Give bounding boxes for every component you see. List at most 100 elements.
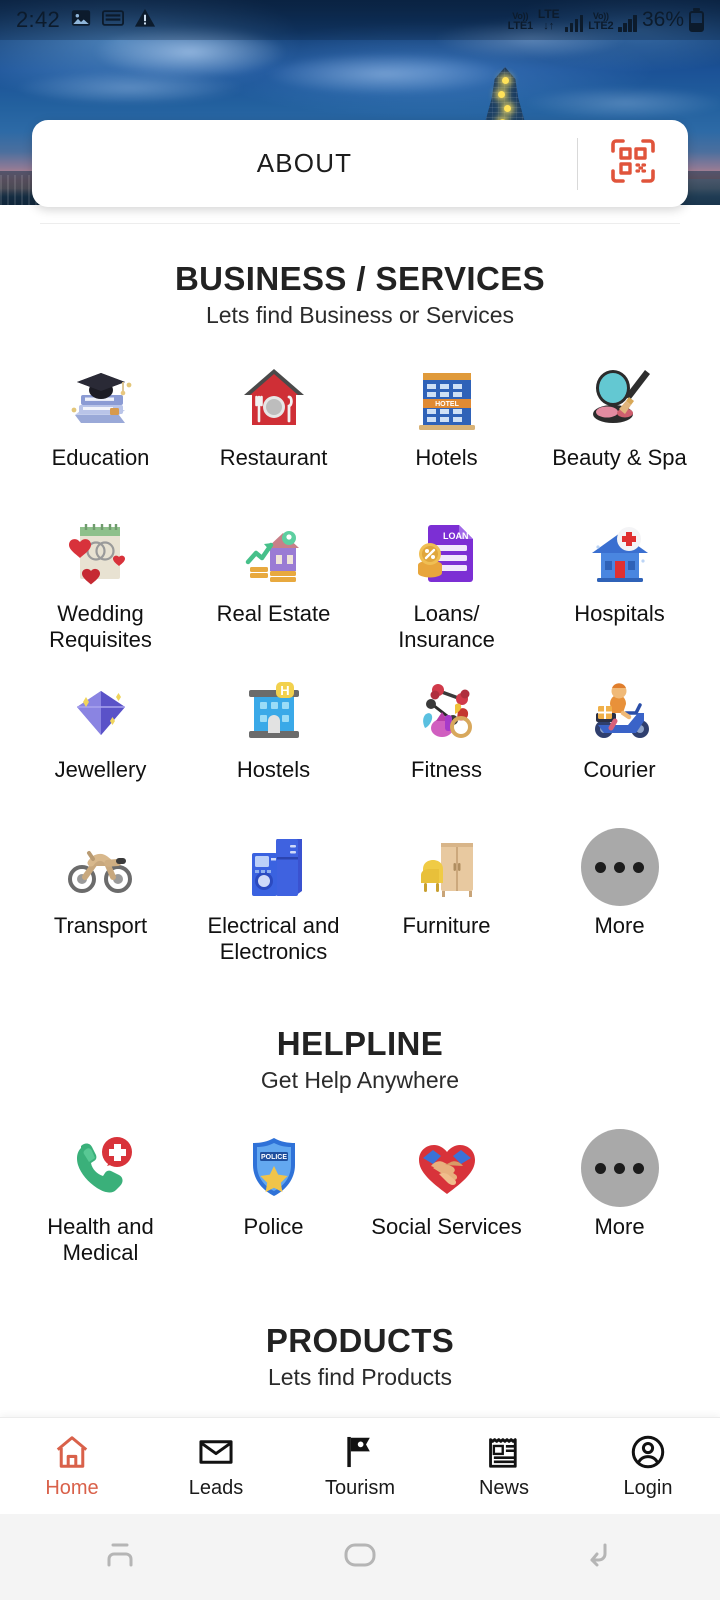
- category-hostels[interactable]: H Hostels: [187, 663, 360, 811]
- section-title: HELPLINE: [276, 1025, 444, 1062]
- volte-sim1-label: LTE1: [507, 20, 533, 33]
- category-label: Hostels: [236, 757, 311, 782]
- about-card[interactable]: ABOUT: [32, 120, 688, 207]
- category-furniture[interactable]: Furniture: [360, 819, 533, 967]
- sim-card-icon: [102, 9, 125, 31]
- category-label: Beauty & Spa: [552, 445, 687, 470]
- police-badge-icon: POLICE: [234, 1128, 314, 1208]
- tab-label: Home: [45, 1477, 99, 1499]
- status-bar-right: Vo)) LTE1 LTE ↓↑ Vo)) LTE2 36%: [508, 6, 704, 33]
- home-button[interactable]: [240, 1541, 480, 1574]
- category-more-business[interactable]: More: [533, 819, 706, 967]
- category-education[interactable]: Education: [14, 351, 187, 499]
- signal-bars-sim1-icon: [564, 15, 584, 33]
- category-wedding-requisites[interactable]: Wedding Requisites: [14, 507, 187, 655]
- helpline-health-medical[interactable]: Health and Medical: [14, 1120, 187, 1268]
- more-circle: [580, 828, 659, 906]
- tab-news[interactable]: News: [432, 1432, 576, 1500]
- fridge-washer-icon: [234, 827, 314, 907]
- category-label: Hospitals: [574, 601, 665, 626]
- loan-document-icon: LOAN: [407, 515, 487, 595]
- category-label: Courier: [583, 757, 656, 782]
- cloud: [10, 70, 250, 106]
- newspaper-icon: [485, 1432, 523, 1472]
- delivery-scooter-icon: [580, 671, 660, 751]
- flag-icon: [341, 1432, 379, 1472]
- category-courier[interactable]: Courier: [533, 663, 706, 811]
- status-bar-left: 2:42: [16, 7, 156, 34]
- helpline-category-grid: Health and Medical POLICE Police Social …: [0, 1120, 720, 1268]
- category-jewellery[interactable]: Jewellery: [14, 663, 187, 811]
- category-beauty-spa[interactable]: Beauty & Spa: [533, 351, 706, 499]
- helpline-social-services[interactable]: Social Services: [360, 1120, 533, 1268]
- lte-label: LTE: [537, 6, 560, 21]
- category-hospitals[interactable]: Hospitals: [533, 507, 706, 655]
- category-hotels[interactable]: HOTEL Hotels: [360, 351, 533, 499]
- category-label: Health and Medical: [47, 1214, 154, 1265]
- page-content: BUSINESS / SERVICES Lets find Business o…: [0, 205, 720, 1600]
- warning-icon: [134, 7, 156, 33]
- battery-percent: 36%: [641, 8, 684, 32]
- tab-login[interactable]: Login: [576, 1432, 720, 1500]
- hospital-building-icon: [580, 515, 660, 595]
- svg-text:HOTEL: HOTEL: [435, 401, 459, 408]
- tab-leads[interactable]: Leads: [144, 1432, 288, 1500]
- emergency-call-icon: [61, 1128, 141, 1208]
- back-arrow-icon: [583, 1540, 617, 1575]
- svg-text:LOAN: LOAN: [443, 531, 469, 541]
- tab-label: Leads: [188, 1477, 244, 1499]
- section-subtitle: Lets find Products: [267, 1364, 453, 1390]
- signal-bars-sim2-icon: [618, 15, 637, 33]
- about-label[interactable]: ABOUT: [32, 148, 577, 179]
- category-restaurant[interactable]: Restaurant: [187, 351, 360, 499]
- recents-button[interactable]: [0, 1540, 240, 1575]
- category-label: Transport: [53, 913, 148, 938]
- tab-label: Tourism: [324, 1477, 395, 1499]
- tab-home[interactable]: Home: [0, 1432, 144, 1500]
- restaurant-house-icon: [234, 359, 314, 439]
- category-loans-insurance[interactable]: LOAN Loans/ Insurance: [360, 507, 533, 655]
- tab-label: Login: [623, 1477, 673, 1499]
- helpline-police[interactable]: POLICE Police: [187, 1120, 360, 1268]
- account-circle-icon: [629, 1432, 667, 1472]
- section-title: PRODUCTS: [265, 1322, 455, 1359]
- category-label: Hotels: [415, 445, 478, 470]
- category-label: More: [594, 913, 645, 938]
- category-label: Electrical and Electronics: [207, 913, 340, 964]
- category-electrical-electronics[interactable]: Electrical and Electronics: [187, 819, 360, 967]
- volte-sim2-label: LTE2: [588, 20, 614, 33]
- category-real-estate[interactable]: Real Estate: [187, 507, 360, 655]
- tab-tourism[interactable]: Tourism: [288, 1432, 432, 1500]
- qr-scan-icon: [609, 137, 657, 190]
- app-screen: 2:42 Vo)) LTE1 LTE ↓↑ Vo)) LTE2 36% ABOU…: [0, 0, 720, 1600]
- tab-label: News: [478, 1477, 529, 1499]
- category-label: More: [594, 1214, 645, 1239]
- wardrobe-chair-icon: [407, 827, 487, 907]
- section-subtitle: Get Help Anywhere: [260, 1067, 460, 1093]
- android-system-nav: [0, 1514, 720, 1600]
- category-fitness[interactable]: Fitness: [360, 663, 533, 811]
- cloud: [520, 86, 720, 120]
- section-products: PRODUCTS Lets find Products: [0, 1322, 720, 1391]
- helpline-more[interactable]: More: [533, 1120, 706, 1268]
- gym-equipment-icon: [407, 671, 487, 751]
- section-business-services: BUSINESS / SERVICES Lets find Business o…: [0, 260, 720, 967]
- business-category-grid: Education Restaurant HOTEL Hotels Beauty…: [0, 351, 720, 967]
- status-time: 2:42: [16, 7, 61, 32]
- category-label: Restaurant: [219, 445, 328, 470]
- category-transport[interactable]: Transport: [14, 819, 187, 967]
- category-label: Furniture: [402, 913, 491, 938]
- graduation-books-icon: [61, 359, 141, 439]
- category-label: Loans/ Insurance: [398, 601, 495, 652]
- volte-sim2-indicator: Vo)) LTE2: [588, 12, 613, 32]
- qr-scan-button[interactable]: [578, 137, 688, 190]
- home-icon: [53, 1432, 91, 1472]
- category-label: Education: [51, 445, 150, 470]
- battery-icon: [689, 8, 704, 33]
- category-label: Jewellery: [54, 757, 147, 782]
- section-subtitle: Lets find Business or Services: [205, 302, 515, 328]
- data-transfer-arrows-icon: ↓↑: [543, 19, 555, 32]
- back-button[interactable]: [480, 1540, 720, 1575]
- envelope-icon: [197, 1432, 235, 1472]
- volte-sim1-indicator: Vo)) LTE1: [508, 12, 533, 32]
